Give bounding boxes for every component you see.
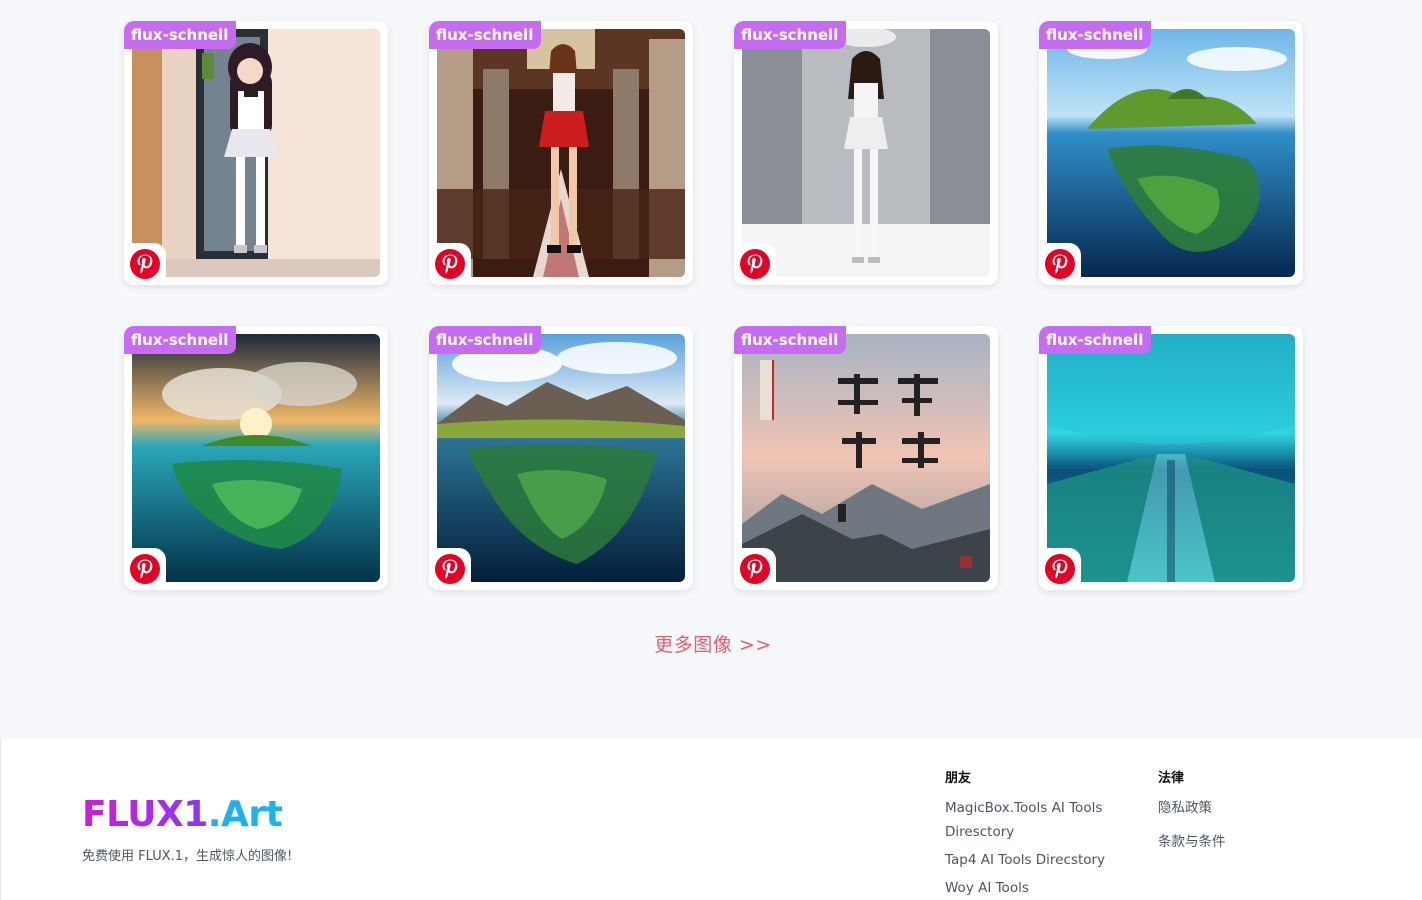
pinterest-icon bbox=[740, 554, 770, 584]
brand-name-part2: .Art bbox=[207, 794, 283, 835]
model-badge: flux-schnell bbox=[124, 21, 237, 49]
gallery-image[interactable] bbox=[1047, 334, 1295, 582]
gallery-card[interactable]: flux-schnell bbox=[124, 326, 388, 590]
footer-link-privacy[interactable]: 隐私政策 bbox=[1158, 796, 1308, 820]
more-images-link[interactable]: 更多图像 >> bbox=[124, 630, 1302, 657]
gallery-card[interactable]: flux-schnell bbox=[1039, 326, 1303, 590]
pinterest-share-button[interactable] bbox=[429, 243, 471, 285]
model-badge: flux-schnell bbox=[429, 326, 542, 354]
footer-link-magicbox[interactable]: MagicBox.Tools AI Tools Diresctory bbox=[945, 796, 1125, 844]
footer-link-tap4[interactable]: Tap4 AI Tools Direcstory bbox=[945, 848, 1125, 872]
gallery-image[interactable] bbox=[1047, 29, 1295, 277]
model-badge: flux-schnell bbox=[1039, 326, 1152, 354]
gallery-card[interactable]: flux-schnell bbox=[429, 326, 693, 590]
pinterest-icon bbox=[435, 249, 465, 279]
gallery-card[interactable]: flux-schnell bbox=[1039, 21, 1303, 285]
image-gallery: flux-schnell flux-schnell flux-schnell f… bbox=[124, 21, 1303, 656]
footer-friends-title: 朋友 bbox=[945, 771, 972, 786]
gallery-image[interactable] bbox=[437, 334, 685, 582]
brand-logo[interactable]: FLUX1.Art bbox=[82, 794, 283, 835]
pinterest-icon bbox=[740, 249, 770, 279]
pinterest-share-button[interactable] bbox=[124, 243, 166, 285]
footer-link-terms[interactable]: 条款与条件 bbox=[1158, 830, 1308, 854]
pinterest-icon bbox=[130, 249, 160, 279]
footer-link-woy[interactable]: Woy AI Tools bbox=[945, 876, 1125, 900]
gallery-image[interactable] bbox=[742, 29, 990, 277]
pinterest-share-button[interactable] bbox=[429, 548, 471, 590]
site-footer: FLUX1.Art 免费使用 FLUX.1，生成惊人的图像! 朋友 MagicB… bbox=[0, 739, 1422, 900]
pinterest-icon bbox=[1045, 249, 1075, 279]
gallery-image[interactable] bbox=[437, 29, 685, 277]
pinterest-share-button[interactable] bbox=[124, 548, 166, 590]
pinterest-share-button[interactable] bbox=[1039, 243, 1081, 285]
model-badge: flux-schnell bbox=[124, 326, 237, 354]
gallery-image[interactable] bbox=[132, 334, 380, 582]
footer-legal-title: 法律 bbox=[1158, 771, 1185, 786]
gallery-card[interactable]: flux-schnell bbox=[734, 21, 998, 285]
gallery-image[interactable] bbox=[742, 334, 990, 582]
pinterest-icon bbox=[435, 554, 465, 584]
footer-legal-column: 法律 隐私政策 条款与条件 bbox=[1158, 767, 1308, 864]
gallery-card[interactable]: flux-schnell bbox=[124, 21, 388, 285]
footer-friends-column: 朋友 MagicBox.Tools AI Tools Diresctory Ta… bbox=[945, 767, 1125, 900]
model-badge: flux-schnell bbox=[429, 21, 542, 49]
brand-tagline: 免费使用 FLUX.1，生成惊人的图像! bbox=[82, 849, 293, 864]
pinterest-icon bbox=[130, 554, 160, 584]
pinterest-share-button[interactable] bbox=[734, 243, 776, 285]
gallery-grid: flux-schnell flux-schnell flux-schnell f… bbox=[124, 21, 1303, 590]
model-badge: flux-schnell bbox=[1039, 21, 1152, 49]
pinterest-share-button[interactable] bbox=[734, 548, 776, 590]
pinterest-share-button[interactable] bbox=[1039, 548, 1081, 590]
pinterest-icon bbox=[1045, 554, 1075, 584]
model-badge: flux-schnell bbox=[734, 326, 847, 354]
model-badge: flux-schnell bbox=[734, 21, 847, 49]
gallery-card[interactable]: flux-schnell bbox=[734, 326, 998, 590]
brand-name-part1: FLUX1 bbox=[82, 794, 208, 835]
gallery-card[interactable]: flux-schnell bbox=[429, 21, 693, 285]
gallery-image[interactable] bbox=[132, 29, 380, 277]
